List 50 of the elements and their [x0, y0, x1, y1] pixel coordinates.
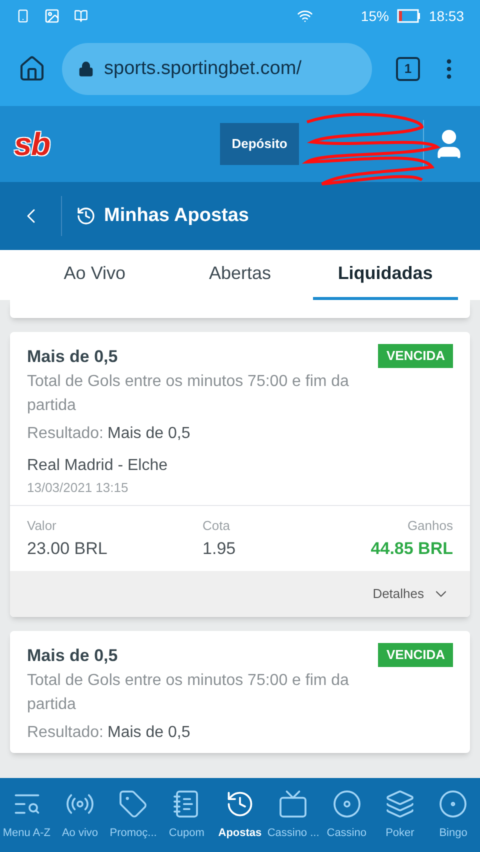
url-text: sports.sportingbet.com/ [104, 56, 302, 81]
result-value: Mais de 0,5 [108, 722, 190, 742]
market-name: Total de Gols entre os minutos 75:00 e fim da partida [27, 372, 350, 416]
clock-icon [76, 206, 96, 226]
wifi-icon [296, 8, 313, 24]
tag-icon [118, 788, 148, 819]
stake-label: Valor [27, 517, 58, 535]
details-button[interactable]: Detalhes [372, 584, 450, 604]
nav-item[interactable]: Bingo [426, 778, 480, 852]
odds-label: Cota [202, 517, 231, 535]
nav-item[interactable]: Cupom [160, 778, 214, 852]
market-name: Total de Gols entre os minutos 75:00 e fim da partida [27, 670, 350, 714]
battery-percent: 15% [360, 6, 389, 26]
home-icon[interactable] [18, 55, 46, 83]
stake-value: 23.00 BRL [27, 538, 108, 560]
nav-item[interactable]: Menu A-Z [0, 778, 54, 852]
image-icon [44, 8, 60, 24]
tab-count-button[interactable]: 1 [396, 57, 420, 81]
bet-selection: Mais de 0,5 [27, 346, 118, 368]
nav-item[interactable]: Cassino [320, 778, 374, 852]
clock-time: 18:53 [428, 6, 464, 26]
lock-icon [78, 61, 94, 77]
cards-icon [384, 788, 415, 819]
deposit-button[interactable]: Depósito [220, 123, 300, 165]
page-title: Minhas Apostas [104, 204, 249, 228]
event-name: Real Madrid - Elche [27, 456, 168, 476]
winnings-label: Ganhos [407, 517, 453, 535]
status-badge: VENCIDA [378, 643, 453, 666]
nav-item[interactable]: Apostas [213, 778, 267, 852]
odds-value: 1.95 [202, 538, 236, 560]
nav-item[interactable]: Ao vivo [53, 778, 107, 852]
book-icon [74, 9, 88, 23]
battery-icon [396, 9, 421, 23]
disc-icon [332, 788, 362, 819]
result-value: Mais de 0,5 [108, 424, 190, 444]
result-label: Resultado: [27, 722, 104, 742]
winnings-value: 44.85 BRL [370, 538, 453, 560]
ball-icon [438, 788, 468, 819]
tab[interactable]: Abertas [167, 250, 313, 300]
bet-selection: Mais de 0,5 [27, 645, 118, 667]
tab[interactable]: Ao Vivo [22, 250, 168, 300]
nav-item[interactable]: Poker [373, 778, 427, 852]
nav-item[interactable]: Promoç... [106, 778, 160, 852]
nav-item[interactable]: Cassino ... [266, 778, 320, 852]
phone-icon [16, 9, 30, 23]
status-badge: VENCIDA [378, 344, 453, 368]
address-bar[interactable]: sports.sportingbet.com/ [62, 43, 372, 95]
result-label: Resultado: [27, 424, 104, 444]
event-date: 13/03/2021 13:15 [27, 478, 130, 496]
tv-icon [278, 788, 308, 819]
